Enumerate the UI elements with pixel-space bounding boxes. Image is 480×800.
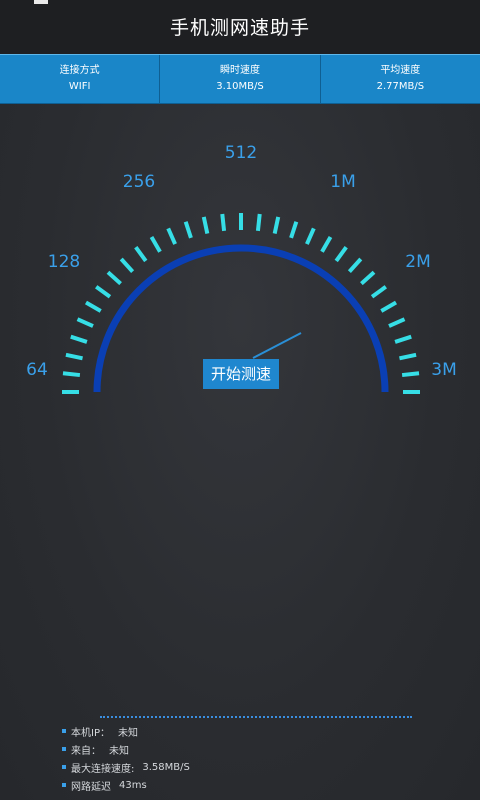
gauge-tick bbox=[388, 317, 406, 328]
info-label: 最大连接速度: bbox=[71, 763, 135, 775]
scale-label-2m: 2M bbox=[405, 252, 431, 272]
gauge-tick bbox=[255, 213, 262, 232]
gauge-tick bbox=[183, 221, 193, 239]
info-row-latency: 网路延迟 43ms bbox=[62, 776, 422, 794]
scale-label-64: 64 bbox=[26, 360, 48, 380]
gauge-tick bbox=[119, 257, 135, 273]
gauge-tick bbox=[84, 300, 102, 313]
stat-label: 平均速度 bbox=[380, 65, 421, 76]
connection-info-list: 本机IP： 未知 来自： 未知 最大连接速度: 3.58MB/S 网路延迟 43… bbox=[62, 722, 422, 794]
stat-value: 2.77MB/S bbox=[376, 81, 425, 92]
app-screen: 手机测网速助手 连接方式 WIFI 瞬时速度 3.10MB/S 平均速度 2.7… bbox=[0, 0, 480, 800]
gauge-tick bbox=[166, 227, 177, 245]
stat-label: 瞬时速度 bbox=[219, 65, 260, 76]
gauge-tick bbox=[347, 257, 363, 273]
gauge-tick bbox=[76, 317, 94, 328]
stat-label: 连接方式 bbox=[59, 65, 100, 76]
scale-label-512: 512 bbox=[224, 143, 258, 163]
gauge-tick bbox=[289, 221, 299, 239]
gauge-needle bbox=[252, 332, 302, 359]
gauge-tick bbox=[65, 352, 83, 361]
gauge-tick bbox=[62, 371, 81, 378]
gauge-tick bbox=[70, 334, 88, 344]
gauge-tick bbox=[272, 216, 281, 234]
gauge-tick bbox=[394, 334, 412, 344]
stat-connection-type: 连接方式 WIFI bbox=[0, 55, 161, 103]
bullet-icon bbox=[62, 729, 66, 733]
stat-average-speed: 平均速度 2.77MB/S bbox=[321, 55, 480, 103]
gauge-tick bbox=[149, 235, 162, 253]
gauge-tick bbox=[370, 285, 387, 299]
info-value: 3.58MB/S bbox=[142, 761, 190, 773]
info-label: 本机IP： bbox=[71, 727, 110, 739]
notification-icon bbox=[34, 0, 48, 4]
gauge-tick bbox=[220, 213, 227, 232]
info-row-max-speed: 最大连接速度: 3.58MB/S bbox=[62, 758, 422, 776]
status-icons bbox=[350, 0, 460, 15]
info-value: 未知 bbox=[109, 745, 129, 757]
gauge-tick bbox=[399, 352, 417, 361]
gauge-tick bbox=[305, 227, 316, 245]
stat-value: 3.10MB/S bbox=[216, 81, 264, 92]
stat-value: WIFI bbox=[68, 81, 91, 92]
bullet-icon bbox=[62, 747, 66, 751]
gauge-tick bbox=[134, 246, 148, 263]
info-row-ip: 本机IP： 未知 bbox=[62, 722, 422, 740]
bullet-icon bbox=[62, 765, 66, 769]
gauge-tick bbox=[334, 246, 348, 263]
start-test-button[interactable]: 开始测速 bbox=[203, 359, 279, 389]
info-label: 来自： bbox=[71, 745, 101, 757]
gauge-tick bbox=[401, 371, 420, 378]
stats-bar: 连接方式 WIFI 瞬时速度 3.10MB/S 平均速度 2.77MB/S bbox=[0, 54, 480, 104]
gauge-tick bbox=[201, 216, 210, 234]
scale-label-256: 256 bbox=[122, 172, 156, 192]
bullet-icon bbox=[62, 783, 66, 787]
scale-label-3m: 3M bbox=[431, 360, 457, 380]
info-value: 43ms bbox=[119, 779, 147, 791]
info-value: 未知 bbox=[117, 727, 138, 739]
app-title: 手机测网速助手 bbox=[0, 6, 480, 54]
info-label: 网路延迟 bbox=[71, 781, 111, 793]
gauge-tick bbox=[320, 235, 333, 253]
stat-instant-speed: 瞬时速度 3.10MB/S bbox=[160, 55, 321, 103]
gauge-tick bbox=[360, 270, 376, 286]
gauge-tick bbox=[106, 270, 122, 286]
divider bbox=[100, 716, 412, 718]
scale-label-1m: 1M bbox=[330, 172, 356, 192]
info-row-origin: 来自： 未知 bbox=[62, 740, 422, 758]
gauge-tick bbox=[95, 285, 112, 299]
scale-label-128: 128 bbox=[47, 252, 81, 272]
gauge-tick bbox=[380, 300, 398, 313]
